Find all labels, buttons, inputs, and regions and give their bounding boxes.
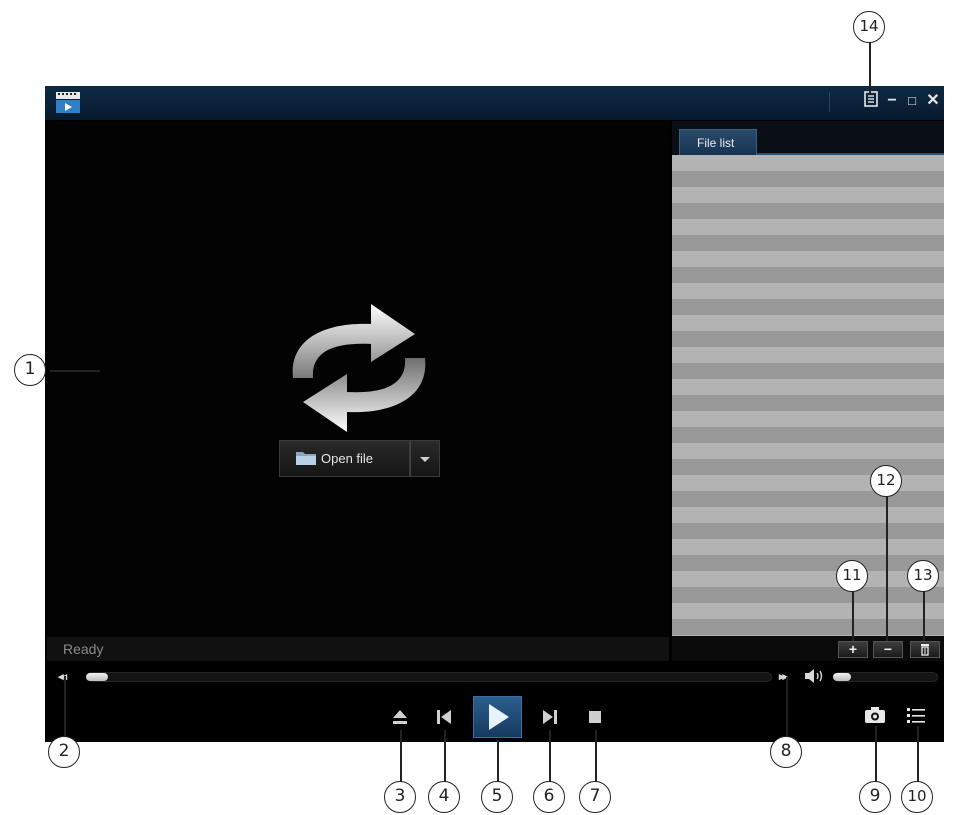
maximize-button[interactable]: □ xyxy=(903,91,921,111)
close-button[interactable]: ✕ xyxy=(924,91,942,111)
callout-5: 5 xyxy=(481,781,513,813)
chevron-down-icon xyxy=(420,457,430,462)
callout-8: 8 xyxy=(770,736,802,768)
callout-6: 6 xyxy=(533,781,565,813)
callout-11: 11 xyxy=(836,560,868,592)
previous-icon[interactable] xyxy=(435,708,453,726)
callout-line-12 xyxy=(886,496,888,641)
open-file-dropdown[interactable] xyxy=(410,440,440,477)
callout-line-3 xyxy=(400,730,402,782)
playlist-menu-icon[interactable] xyxy=(862,91,880,111)
callout-13: 13 xyxy=(907,560,939,592)
callout-line-8 xyxy=(786,677,788,736)
seek-slider-thumb[interactable] xyxy=(86,673,108,681)
callout-line-13 xyxy=(923,591,925,641)
file-list-toolbar xyxy=(672,637,944,661)
minimize-button[interactable]: − xyxy=(883,91,901,111)
status-bar xyxy=(47,637,669,661)
open-file-label: Open file xyxy=(321,451,374,466)
trash-icon xyxy=(921,644,929,656)
callout-12: 12 xyxy=(870,465,902,497)
callout-2: 2 xyxy=(48,736,80,768)
replay-arrows-icon xyxy=(283,300,435,436)
callout-line-11 xyxy=(852,591,854,641)
callout-line-7 xyxy=(595,730,597,782)
callout-line-1 xyxy=(50,370,100,372)
callout-line-6 xyxy=(549,730,551,782)
stop-icon[interactable] xyxy=(587,709,603,725)
callout-line-2 xyxy=(64,676,66,736)
eject-icon[interactable] xyxy=(391,708,409,726)
title-bar[interactable] xyxy=(45,86,944,120)
callout-7: 7 xyxy=(579,781,611,813)
callout-1: 1 xyxy=(14,354,46,386)
titlebar-divider xyxy=(829,92,830,112)
list-icon[interactable] xyxy=(906,706,926,724)
callout-14: 14 xyxy=(853,11,885,43)
volume-icon[interactable] xyxy=(803,668,827,684)
app-logo-icon xyxy=(54,89,82,115)
callout-line-9 xyxy=(875,726,877,782)
tab-file-list[interactable]: File list xyxy=(679,129,757,155)
volume-slider-thumb[interactable] xyxy=(833,673,851,681)
callout-line-10 xyxy=(917,726,919,782)
callout-line-14 xyxy=(869,42,871,94)
clear-list-button[interactable] xyxy=(910,641,940,658)
add-file-button[interactable]: + xyxy=(838,641,868,658)
fast-forward-button[interactable]: ▸▸ xyxy=(779,670,788,683)
folder-icon xyxy=(295,449,317,467)
callout-line-4 xyxy=(444,730,446,782)
play-button[interactable] xyxy=(473,696,522,738)
callout-10: 10 xyxy=(901,781,933,813)
callout-line-5 xyxy=(497,740,499,782)
status-text: Ready xyxy=(63,641,104,657)
next-icon[interactable] xyxy=(541,708,559,726)
remove-file-button[interactable]: − xyxy=(873,641,903,658)
callout-9: 9 xyxy=(859,781,891,813)
callout-3: 3 xyxy=(384,781,416,813)
callout-4: 4 xyxy=(428,781,460,813)
play-icon xyxy=(489,704,509,730)
snapshot-camera-icon[interactable] xyxy=(864,706,886,724)
seek-slider[interactable] xyxy=(87,672,772,682)
file-list[interactable] xyxy=(672,155,944,636)
